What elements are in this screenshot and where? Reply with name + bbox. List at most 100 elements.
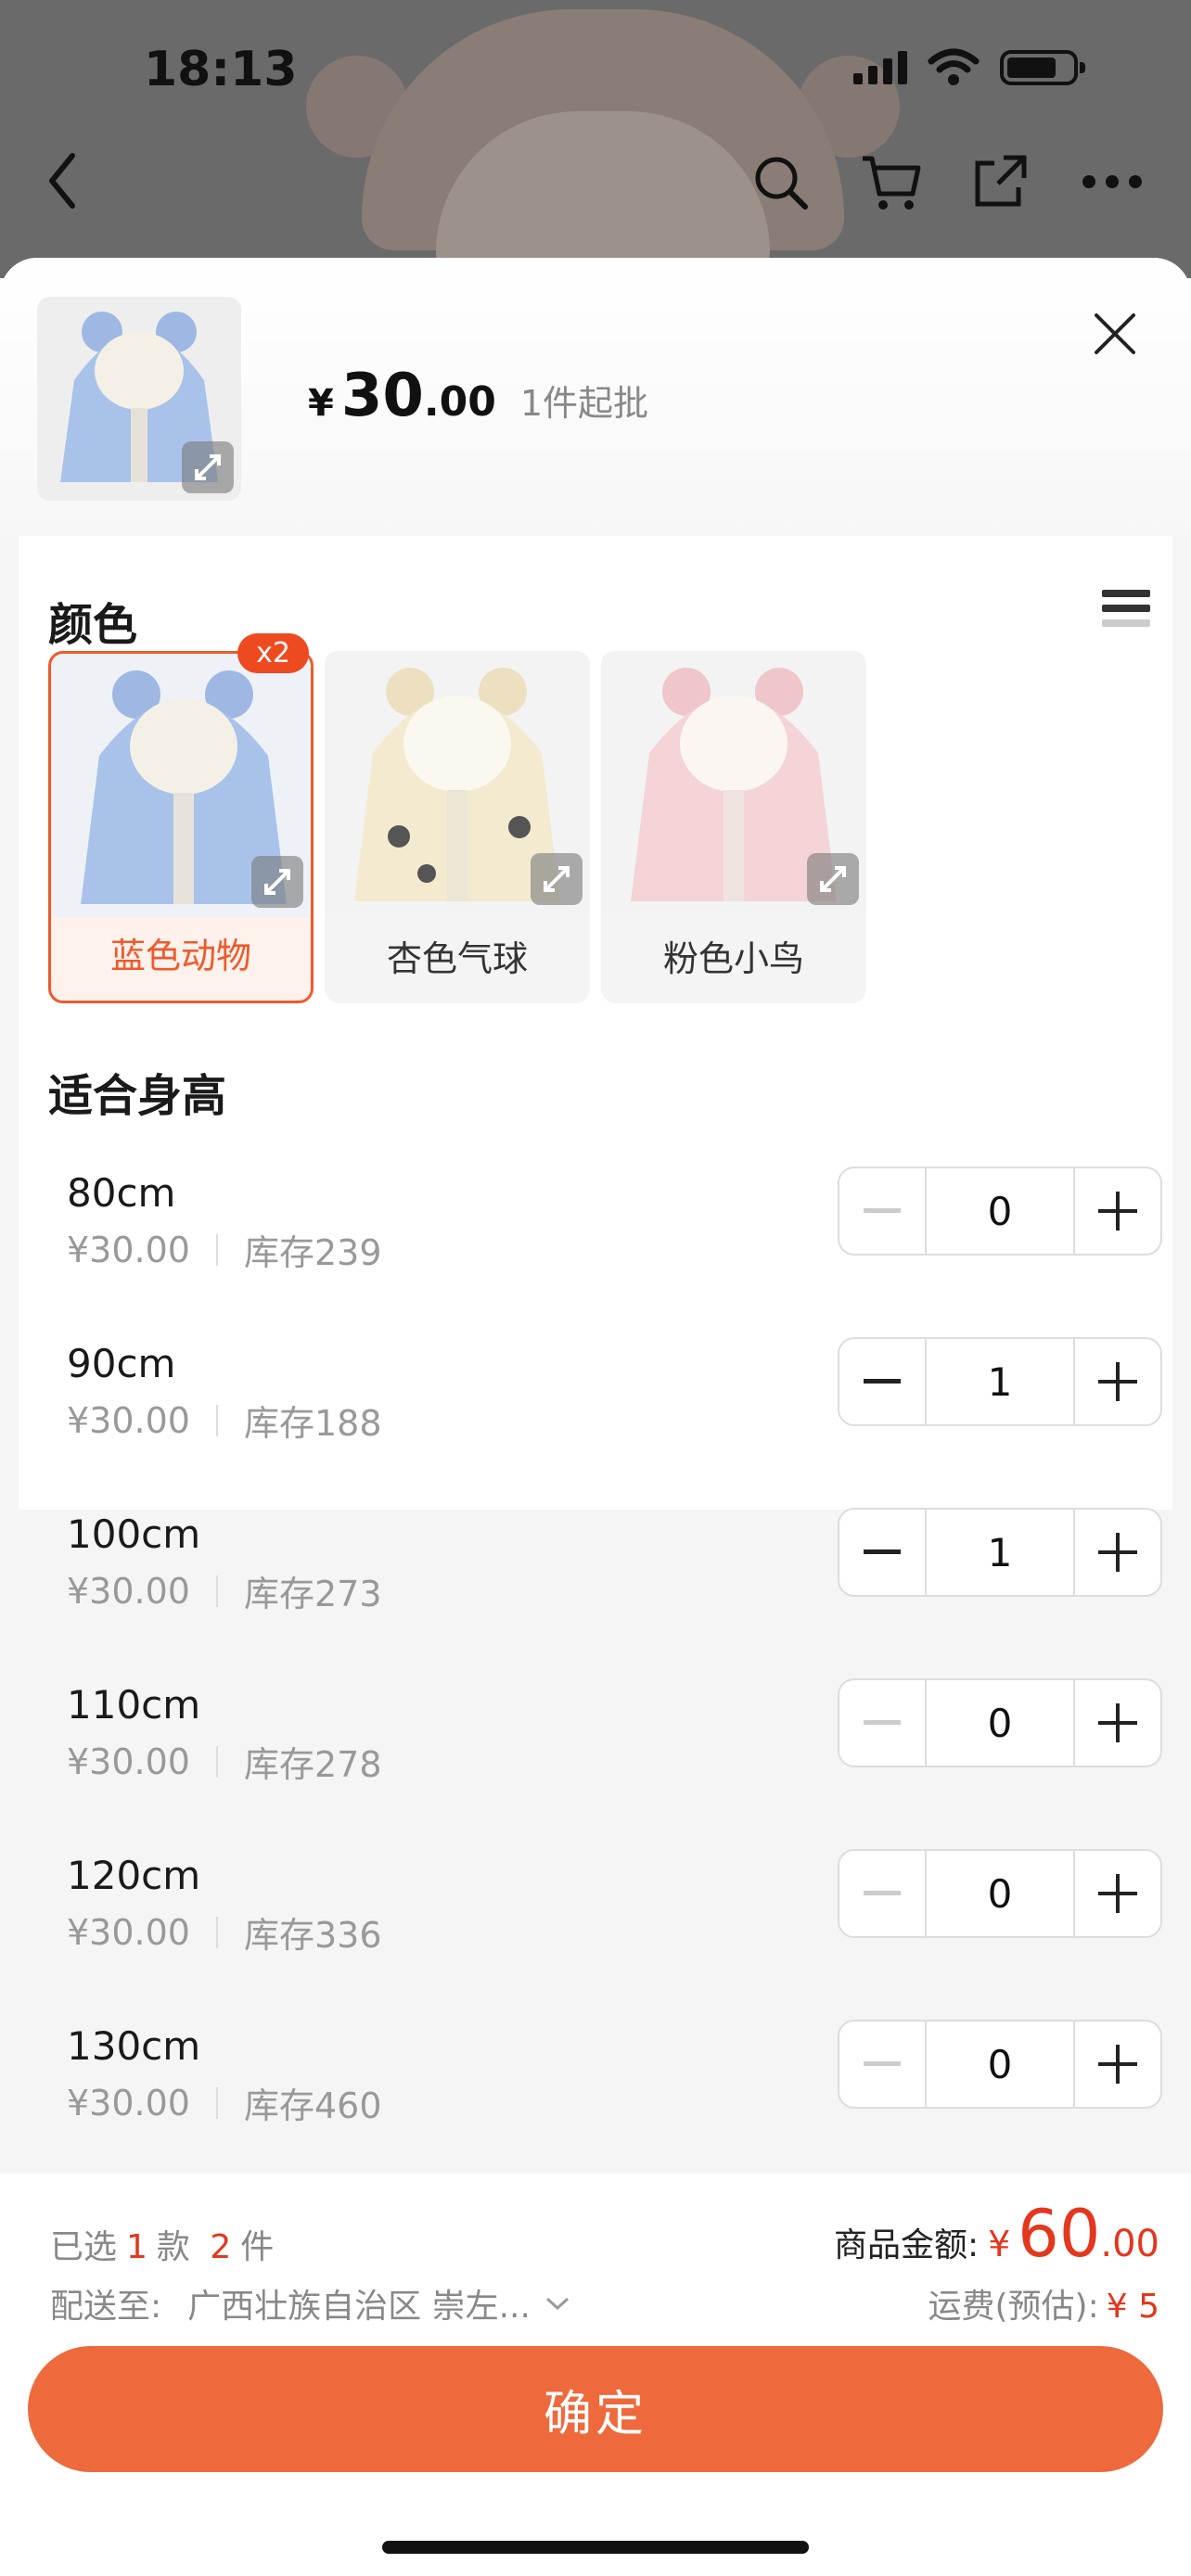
list-view-toggle-icon[interactable]: [1102, 590, 1150, 632]
pieces-unit: 件: [240, 2228, 275, 2266]
sku-content: 颜色 蓝色动物 x2 杏色气球 粉色小鸟 适合身高 80cm ¥30.00 库存…: [19, 536, 1172, 2126]
ship-label: 配送至:: [50, 2288, 162, 2326]
increment-button[interactable]: [1075, 1851, 1160, 1936]
plus-icon: [1098, 1533, 1137, 1572]
decrement-button[interactable]: [839, 1851, 925, 1936]
size-meta: ¥30.00 库存336: [67, 1906, 382, 1958]
share-icon[interactable]: [970, 150, 1031, 211]
increment-button[interactable]: [1075, 1168, 1160, 1254]
total-amount: 商品金额: ¥ 60 .00: [834, 2196, 1159, 2272]
back-icon[interactable]: [43, 148, 80, 213]
size-row: 110cm ¥30.00 库存278 0: [48, 1678, 1172, 1812]
size-section-title: 适合身高: [48, 1070, 227, 1122]
size-row: 100cm ¥30.00 库存273 1: [48, 1508, 1172, 1641]
amount-decimal: .00: [1100, 2223, 1159, 2265]
quantity-input[interactable]: 1: [925, 1510, 1075, 1595]
ship-address: 广西壮族自治区 崇左...: [187, 2288, 531, 2326]
size-meta: ¥30.00 库存273: [67, 1565, 382, 1616]
selected-count-badge: x2: [237, 633, 309, 673]
increment-button[interactable]: [1075, 1680, 1160, 1766]
minus-icon: [864, 1208, 901, 1213]
chevron-down-icon: [545, 2297, 569, 2311]
cart-icon[interactable]: [859, 153, 924, 212]
quantity-stepper: 0: [838, 1849, 1162, 1938]
unit-price: ¥ 30 .00 1件起批: [308, 362, 648, 430]
delivery-address[interactable]: 配送至: 广西壮族自治区 崇左...: [50, 2279, 571, 2327]
decrement-button[interactable]: [839, 1339, 925, 1424]
quantity-input[interactable]: 1: [925, 1339, 1075, 1424]
more-icon[interactable]: [1080, 172, 1145, 191]
size-meta: ¥30.00 库存188: [67, 1395, 382, 1446]
size-name: 100cm: [67, 1511, 201, 1557]
size-row: 120cm ¥30.00 库存336 0: [48, 1849, 1172, 1983]
search-icon[interactable]: [751, 153, 811, 212]
color-option-apricot[interactable]: 杏色气球: [325, 651, 590, 1003]
confirm-button[interactable]: 确定: [28, 2346, 1163, 2472]
quantity-stepper: 0: [838, 1167, 1162, 1256]
quantity-input[interactable]: 0: [925, 1168, 1075, 1254]
size-stock: 库存273: [243, 1574, 382, 1614]
size-price: ¥30.00: [67, 1229, 190, 1270]
plus-icon: [1098, 1192, 1137, 1231]
size-price: ¥30.00: [67, 1399, 190, 1441]
quantity-stepper: 0: [838, 2020, 1162, 2109]
amount-integer: 60: [1018, 2196, 1101, 2272]
size-stock: 库存239: [243, 1232, 382, 1273]
size-name: 90cm: [67, 1341, 176, 1386]
close-icon[interactable]: [1087, 306, 1143, 362]
minus-icon: [864, 1891, 901, 1895]
size-price: ¥30.00: [67, 1741, 190, 1782]
quantity-stepper: 1: [838, 1508, 1162, 1597]
price-currency: ¥: [308, 382, 334, 425]
size-meta: ¥30.00 库存460: [67, 2077, 382, 2128]
increment-button[interactable]: [1075, 1339, 1160, 1424]
price-decimal: .00: [423, 378, 496, 426]
quantity-stepper: 0: [838, 1678, 1162, 1767]
expand-icon[interactable]: [251, 856, 303, 908]
plus-icon: [1098, 2045, 1137, 2084]
wifi-icon: [928, 48, 980, 85]
size-stock: 库存278: [243, 1744, 382, 1785]
size-name: 110cm: [67, 1682, 201, 1728]
product-thumbnail[interactable]: [37, 297, 241, 501]
amount-currency: ¥: [988, 2224, 1011, 2264]
size-price: ¥30.00: [67, 2082, 190, 2123]
min-order-text: 1件起批: [519, 383, 649, 424]
status-time: 18:13: [144, 42, 298, 97]
minus-icon: [864, 1720, 901, 1725]
decrement-button[interactable]: [839, 1680, 925, 1766]
color-option-pink[interactable]: 粉色小鸟: [601, 651, 866, 1003]
size-name: 80cm: [67, 1170, 176, 1216]
expand-icon[interactable]: [531, 853, 583, 905]
size-stock: 库存188: [243, 1403, 382, 1444]
decrement-button[interactable]: [839, 1510, 925, 1595]
color-label: 杏色气球: [386, 938, 528, 979]
plus-icon: [1098, 1362, 1137, 1401]
expand-icon[interactable]: [807, 853, 859, 905]
minus-icon: [864, 1549, 901, 1554]
selection-summary: 已选 1 款 2件: [50, 2220, 274, 2268]
size-price: ¥30.00: [67, 1570, 190, 1612]
quantity-input[interactable]: 0: [925, 2021, 1075, 2107]
shipping-value: ¥ 5: [1106, 2288, 1159, 2326]
home-indicator: [382, 2541, 809, 2554]
size-meta: ¥30.00 库存239: [67, 1224, 382, 1275]
size-stock: 库存336: [243, 1915, 382, 1956]
increment-button[interactable]: [1075, 2021, 1160, 2107]
size-stock: 库存460: [243, 2085, 382, 2126]
decrement-button[interactable]: [839, 2021, 925, 2107]
increment-button[interactable]: [1075, 1510, 1160, 1595]
color-option-blue[interactable]: 蓝色动物 x2: [48, 633, 314, 1003]
decrement-button[interactable]: [839, 1168, 925, 1254]
size-price: ¥30.00: [67, 1911, 190, 1953]
quantity-input[interactable]: 0: [925, 1680, 1075, 1766]
size-row: 80cm ¥30.00 库存239 0: [48, 1167, 1172, 1300]
color-label: 粉色小鸟: [662, 938, 804, 979]
expand-icon[interactable]: [182, 441, 234, 493]
minus-icon: [864, 1379, 901, 1384]
shipping-fee: 运费(预估): ¥ 5: [928, 2279, 1160, 2327]
amount-label: 商品金额:: [833, 2226, 980, 2264]
quantity-input[interactable]: 0: [925, 1851, 1075, 1936]
shipping-label: 运费(预估):: [928, 2288, 1099, 2326]
size-name: 120cm: [67, 1853, 201, 1898]
